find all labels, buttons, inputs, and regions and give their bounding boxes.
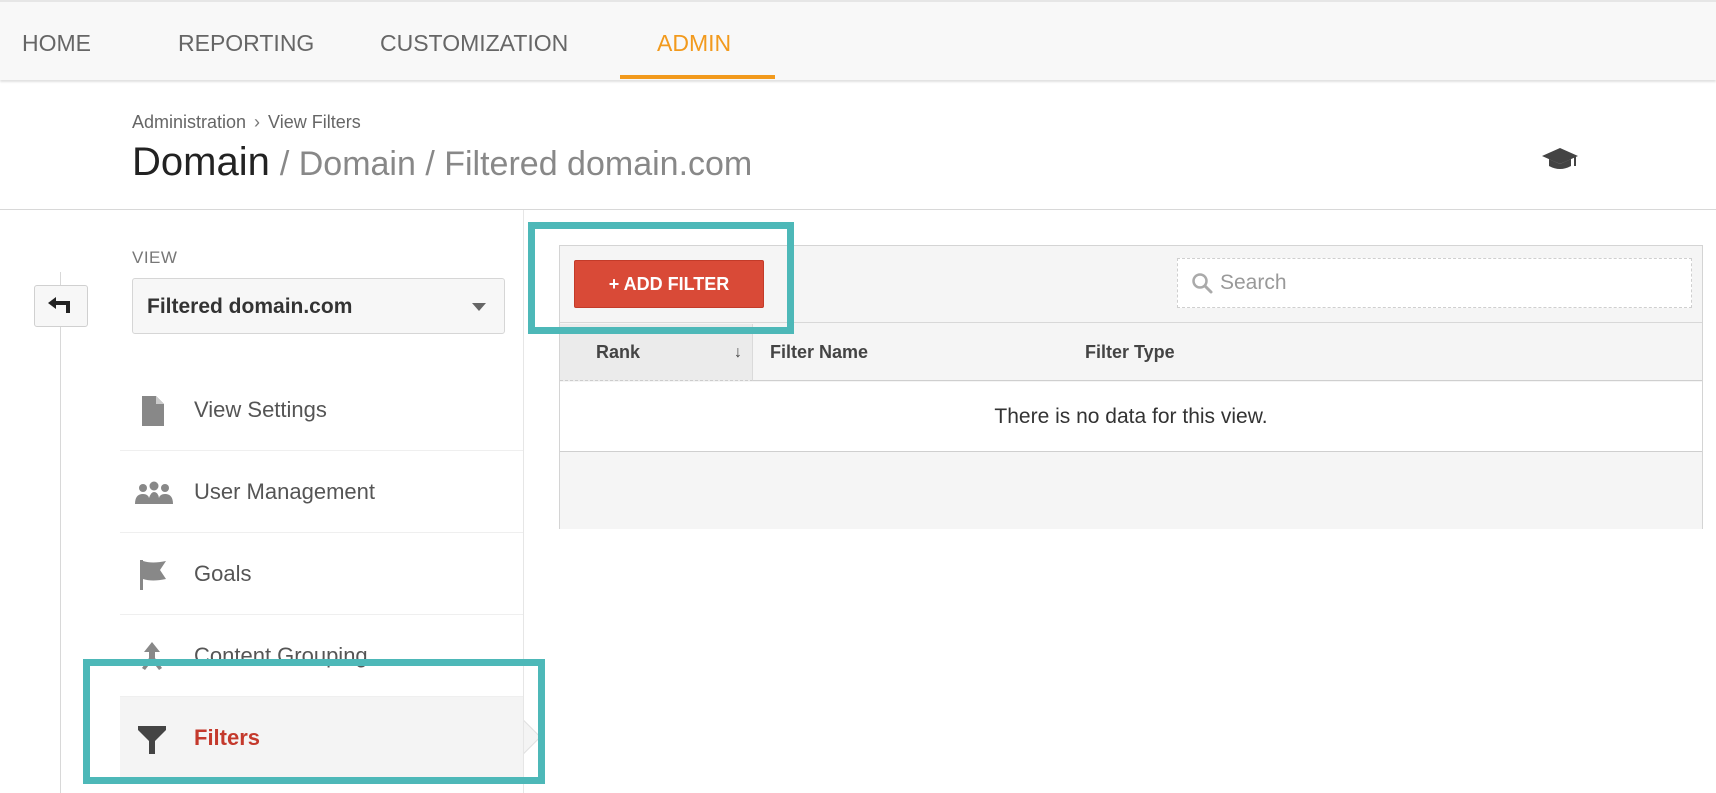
sidebar-item-label: Filters [194,725,261,750]
header-divider [0,209,1716,210]
sidebar-item-goals[interactable]: Goals [120,533,524,615]
search-icon [1192,273,1213,294]
table-footer [560,453,1702,529]
empty-table-message: There is no data for this view. [994,405,1268,428]
chevron-down-icon [472,303,486,311]
filters-panel: + ADD FILTER Rank ↓ Filter Name Filter T… [559,245,1703,529]
search-input[interactable] [1220,271,1660,295]
back-connector-line [60,272,61,793]
page-title-main: Domain [132,140,270,184]
active-tab-indicator [620,75,775,79]
sidebar-item-view-settings[interactable]: View Settings [120,369,524,451]
view-label: VIEW [132,248,178,267]
graduation-cap-icon[interactable] [1540,145,1580,175]
sidebar-item-label: Goals [194,561,252,586]
table-body: There is no data for this view. [560,382,1702,452]
sidebar-item-label: User Management [194,479,375,504]
page: HOME REPORTING CUSTOMIZATION ADMIN Admin… [0,0,1716,793]
sort-desc-icon: ↓ [734,344,742,361]
sidebar-nav: View Settings User Management Goals Cont… [120,369,541,779]
column-header-filter-type[interactable]: Filter Type [1085,324,1175,381]
back-arrow-icon [48,297,70,313]
toolbar: + ADD FILTER [560,246,1702,323]
content-grouping-icon [134,640,170,674]
sidebar-item-content-grouping[interactable]: Content Grouping [120,615,524,697]
column-header-rank[interactable]: Rank ↓ [560,324,753,381]
sidebar-item-filters[interactable]: Filters [120,697,541,779]
tab-customization[interactable]: CUSTOMIZATION [380,2,568,80]
sidebar-item-label: Content Grouping [194,643,368,668]
back-button[interactable] [34,285,88,327]
sidebar-item-user-management[interactable]: User Management [120,451,524,533]
breadcrumb-view-filters: View Filters [268,112,361,132]
tab-admin[interactable]: ADMIN [657,2,731,80]
flag-icon [134,558,170,592]
add-filter-button[interactable]: + ADD FILTER [574,260,764,308]
view-select-value: Filtered domain.com [147,295,353,318]
breadcrumb-administration[interactable]: Administration [132,112,246,132]
funnel-icon [134,722,170,756]
breadcrumb: Administration › View Filters [132,112,361,133]
column-header-filter-name[interactable]: Filter Name [770,324,868,381]
column-header-label: Rank [596,342,641,362]
view-select[interactable]: Filtered domain.com [132,278,505,334]
tab-reporting[interactable]: REPORTING [178,2,314,80]
users-icon [134,476,173,510]
search-box[interactable] [1177,258,1692,308]
top-nav: HOME REPORTING CUSTOMIZATION ADMIN [0,0,1716,80]
breadcrumb-separator: › [254,112,261,132]
page-title-path: / Domain / Filtered domain.com [279,145,753,183]
sidebar-item-label: View Settings [194,397,327,422]
tab-home[interactable]: HOME [22,2,91,80]
column-divider [523,210,524,793]
active-item-pointer [507,720,541,754]
table-header: Rank ↓ Filter Name Filter Type [560,324,1702,381]
document-icon [134,394,170,428]
page-title: Domain / Domain / Filtered domain.com [132,140,752,185]
